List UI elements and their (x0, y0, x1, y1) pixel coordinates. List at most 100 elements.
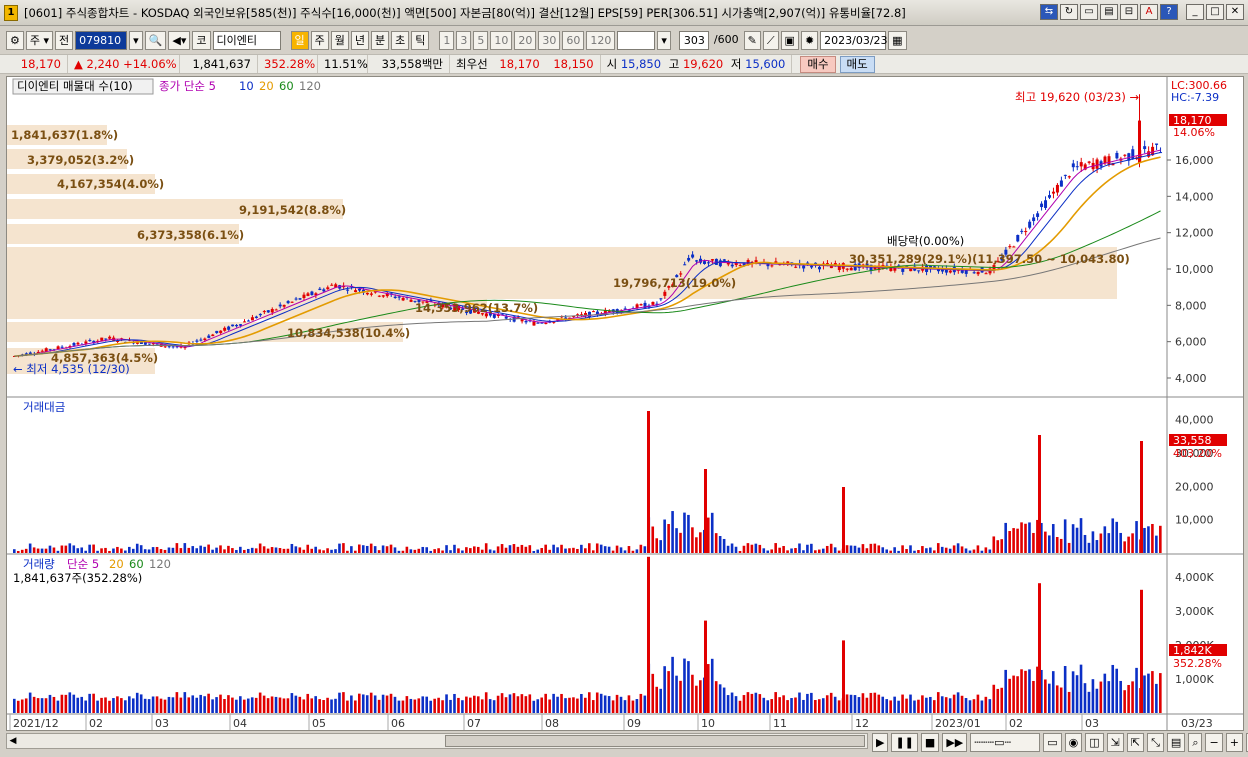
volume-bar (968, 700, 972, 713)
amount-bar (897, 550, 900, 553)
zoom-search-icon[interactable]: ⌕ (1188, 733, 1203, 752)
scroll-thumb[interactable] (445, 735, 865, 747)
interval-custom-input[interactable] (617, 30, 656, 50)
amount-bar (13, 549, 16, 553)
interval-dropdown-icon[interactable]: ▾ (657, 30, 671, 50)
volume-bar (1059, 687, 1063, 713)
period-day-button[interactable]: 일 (290, 30, 309, 50)
search-icon[interactable]: 🔍 (144, 30, 167, 50)
volume-bar (770, 699, 774, 713)
amount-bar (829, 543, 833, 553)
volume-ma-period: 20 (109, 557, 124, 571)
calendar-icon[interactable]: ▦ (888, 30, 907, 50)
volume-bar (746, 692, 750, 713)
amount-bar (254, 548, 258, 553)
prev-button[interactable]: 전 (55, 30, 74, 50)
interval-30-button[interactable]: 30 (538, 30, 561, 50)
maximize-button[interactable]: □ (1206, 4, 1224, 20)
amount-bar (191, 546, 195, 553)
refresh-icon[interactable]: ↻ (1060, 4, 1078, 20)
config-icon[interactable]: ✹ (800, 30, 819, 50)
amount-bar (100, 548, 103, 553)
period-select[interactable]: 주 ▾ (25, 30, 54, 50)
window-icon[interactable]: ▭ (1080, 4, 1098, 20)
draw-tool-icon[interactable]: ✎ (743, 30, 761, 50)
amount-bar (968, 550, 972, 553)
interval-1-button[interactable]: 1 (439, 30, 455, 50)
amount-bar (385, 546, 389, 553)
amount-bar (143, 549, 147, 553)
stop-icon[interactable]: ■ (920, 733, 940, 752)
link-icon[interactable]: ⇆ (1040, 4, 1058, 20)
volume-bar (159, 698, 163, 713)
view-icon-3[interactable]: ◫ (1085, 733, 1104, 752)
ma-legend-period: 120 (299, 79, 321, 93)
interval-3-button[interactable]: 3 (456, 30, 472, 50)
period-week-button[interactable]: 주 (310, 30, 329, 50)
volume-bar (845, 694, 849, 713)
stock-code-input[interactable]: 079810 (75, 30, 128, 50)
volume-bar (124, 700, 127, 713)
interval-120-button[interactable]: 120 (586, 30, 616, 50)
zoom-out-icon[interactable]: − (1205, 733, 1223, 752)
period-tick-button[interactable]: 틱 (411, 30, 430, 50)
volume-bar (338, 692, 341, 713)
amount-bar (738, 550, 742, 553)
trade-amount: 33,558백만 (368, 55, 450, 73)
period-minute-button[interactable]: 분 (371, 30, 390, 50)
zoom-in-icon[interactable]: + (1225, 733, 1243, 752)
disk-icon[interactable]: ▣ (780, 30, 799, 50)
font-icon[interactable]: A (1140, 4, 1158, 20)
interval-10-button[interactable]: 10 (490, 30, 513, 50)
candle-body (544, 323, 548, 325)
close-button[interactable]: ✕ (1226, 4, 1244, 20)
chart-area[interactable]: 16,000 14,000 12,000 10,000 8,000 6,000 4,000 4… (6, 76, 1244, 731)
dividend-note: 배당락(0.00%) (887, 234, 964, 248)
chart-scrollbar[interactable]: ◀ (6, 733, 868, 749)
speaker-icon[interactable]: ◀▾ (168, 30, 191, 50)
stock-name-field[interactable]: 디이엔티 (212, 30, 281, 50)
view-icon-1[interactable]: ▭ (1043, 733, 1062, 752)
amount-bar (60, 545, 64, 553)
minimize-button[interactable]: _ (1186, 4, 1204, 20)
period-second-button[interactable]: 초 (391, 30, 410, 50)
amount-bar (754, 543, 758, 553)
amount-bar (274, 547, 278, 553)
pause-icon[interactable]: ❚❚ (891, 733, 918, 752)
date-input[interactable]: 2023/03/23 (820, 30, 888, 50)
view-icon-7[interactable]: ▤ (1166, 733, 1186, 752)
amount-bar (1111, 518, 1115, 553)
fast-forward-icon[interactable]: ▶▶ (942, 733, 968, 752)
amount-bar (714, 533, 718, 553)
chart-svg[interactable]: 16,000 14,000 12,000 10,000 8,000 6,000 4,000 4… (7, 77, 1243, 730)
scroll-left-icon[interactable]: ◀ (7, 734, 19, 748)
code-dropdown-icon[interactable]: ▾ (129, 30, 143, 50)
period-month-button[interactable]: 월 (330, 30, 349, 50)
view-icon-6[interactable]: ⤡ (1147, 733, 1164, 752)
zoom-slider[interactable]: ┄┄┄▭┄ (970, 733, 1041, 752)
volume-bar (520, 694, 524, 713)
amount-bar (893, 547, 896, 553)
view-icon-4[interactable]: ⇲ (1106, 733, 1124, 752)
play-icon[interactable]: ▶ (872, 733, 889, 752)
interval-20-button[interactable]: 20 (514, 30, 537, 50)
settings-icon[interactable]: ⚙ (6, 30, 24, 50)
amount-bar (465, 547, 468, 553)
sell-button[interactable]: 매도 (839, 55, 875, 73)
candle-body (167, 346, 171, 348)
view-icon-5[interactable]: ⇱ (1126, 733, 1145, 752)
line-tool-icon[interactable]: ⟋ (762, 30, 779, 50)
volume-bar (1051, 671, 1055, 713)
interval-5-button[interactable]: 5 (473, 30, 489, 50)
amount-bar (278, 548, 282, 553)
save-icon[interactable]: ⊟ (1120, 4, 1138, 20)
buy-button[interactable]: 매수 (800, 55, 836, 73)
help-icon[interactable]: ? (1160, 4, 1178, 20)
period-year-button[interactable]: 년 (350, 30, 369, 50)
count-input[interactable]: 303 (678, 30, 709, 50)
interval-60-button[interactable]: 60 (562, 30, 585, 50)
x-axis-label: 02 (89, 717, 103, 730)
view-icon-2[interactable]: ◉ (1064, 733, 1083, 752)
volume-bar (782, 695, 785, 713)
split-icon[interactable]: ▤ (1100, 4, 1118, 20)
